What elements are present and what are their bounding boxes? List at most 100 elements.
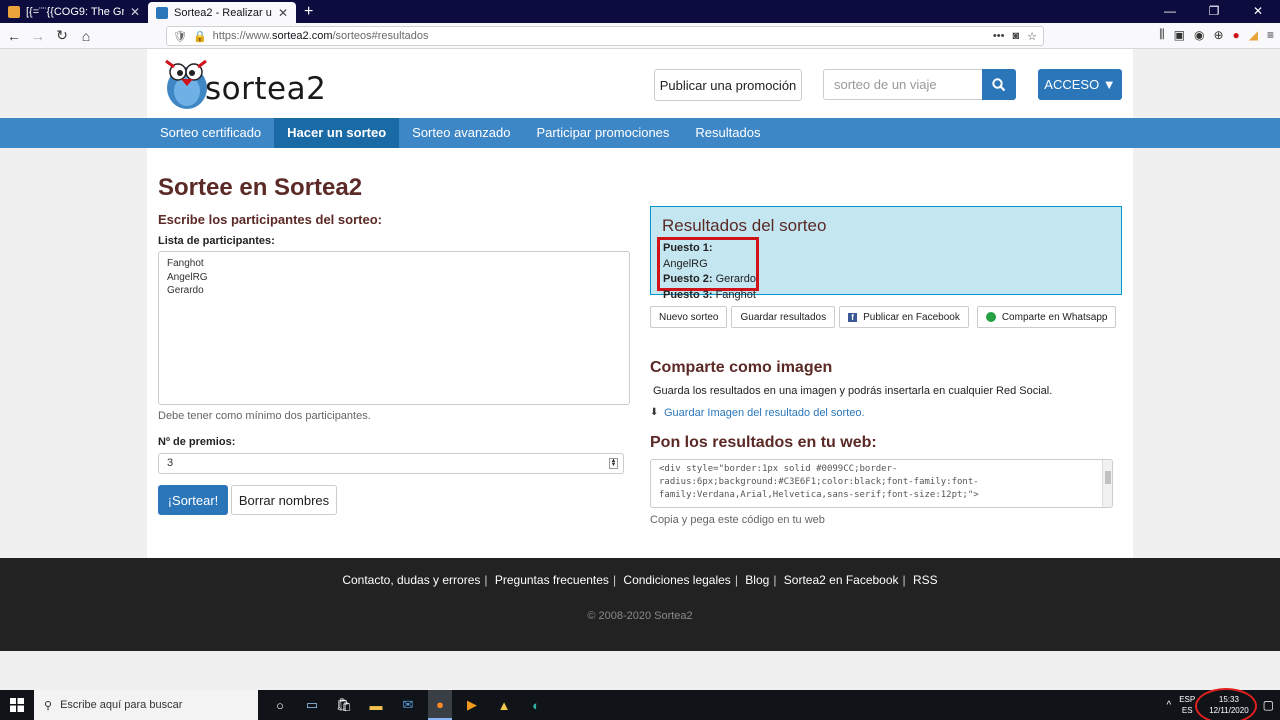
windows-logo-icon [10, 698, 24, 712]
menu-item-sorteo-certificado[interactable]: Sorteo certificado [147, 118, 274, 148]
result-item: Puesto 3: Fanghot [663, 288, 756, 301]
participant-line: Gerardo [167, 285, 204, 296]
browser-tab-cog9[interactable]: [{=¨¨{{COG9: The Green Card F ✕ [0, 0, 148, 23]
participants-textarea[interactable]: Fanghot AngelRG Gerardo [158, 251, 630, 405]
new-draw-button[interactable]: Nuevo sorteo [650, 306, 728, 328]
results-box: Resultados del sorteo Puesto 1: AngelRG … [650, 206, 1122, 301]
participant-line: AngelRG [167, 271, 208, 283]
download-icon: ⬇ [650, 407, 659, 418]
main-menu: Sorteo certificado Hacer un sorteo Sorte… [0, 118, 1280, 148]
spinner-icon[interactable]: ▲ ▼ [609, 458, 618, 469]
participant-line: Fanghot [167, 258, 204, 269]
menu-item-resultados[interactable]: Resultados [682, 118, 773, 148]
chevron-up-icon[interactable]: ^ [1166, 700, 1171, 711]
footer-link-contacto[interactable]: Contacto, dudas y errores [342, 573, 480, 587]
footer-link-rss[interactable]: RSS [913, 573, 938, 587]
tab-title: Sortea2 - Realizar un sorteo [174, 6, 272, 19]
pocket-icon[interactable]: ◙ [1012, 30, 1019, 43]
language-indicator[interactable]: ESP ES [1179, 694, 1195, 716]
share-image-text: Guarda los resultados en una imagen y po… [653, 385, 1053, 397]
footer-link-facebook[interactable]: Sortea2 en Facebook [784, 573, 899, 587]
highlight-circle [1195, 688, 1258, 720]
embed-help: Copia y pega este código en tu web [650, 514, 825, 526]
shield-icon[interactable]: 🛡 [173, 30, 187, 43]
cortana-icon[interactable]: ○ [268, 690, 292, 720]
tab-favicon-icon [156, 6, 168, 19]
more-icon[interactable]: ••• [993, 30, 1005, 43]
search-icon [992, 77, 1006, 91]
mail-icon[interactable]: ✉ [396, 690, 420, 720]
embed-code-textarea[interactable]: <div style="border:1px solid #0099CC;bor… [650, 459, 1113, 508]
system-tray: ^ ESP ES 15:33 12/11/2020 ▢ [1166, 688, 1274, 720]
footer-link-legal[interactable]: Condiciones legales [623, 573, 730, 587]
site-footer: Contacto, dudas y errores | Preguntas fre… [0, 558, 1280, 651]
menu-item-hacer-sorteo[interactable]: Hacer un sorteo [274, 118, 400, 148]
clear-names-button[interactable]: Borrar nombres [231, 485, 337, 515]
draw-button[interactable]: ¡Sortear! [158, 485, 228, 515]
browser-tab-sortea2[interactable]: Sortea2 - Realizar un sorteo ✕ [148, 2, 296, 23]
menu-item-participar-promociones[interactable]: Participar promociones [523, 118, 682, 148]
close-tab-icon[interactable]: ✕ [130, 5, 140, 19]
minimize-icon[interactable]: — [1148, 0, 1192, 23]
account-icon[interactable]: ◉ [1194, 28, 1204, 42]
reload-icon[interactable]: ↻ [50, 27, 74, 44]
tab-favicon-icon [8, 5, 20, 18]
close-tab-icon[interactable]: ✕ [278, 6, 288, 20]
tab-title: [{=¨¨{{COG9: The Green Card F [26, 5, 124, 18]
store-icon[interactable]: 🛍 [332, 690, 356, 720]
prizes-number-input[interactable]: 3 ▲ ▼ [158, 453, 624, 474]
save-results-button[interactable]: Guardar resultados [731, 306, 836, 328]
back-icon[interactable]: ← [2, 28, 26, 44]
access-button[interactable]: ACCESO ▼ [1038, 69, 1122, 100]
firefox-icon[interactable]: ● [428, 690, 452, 720]
search-icon: ⚲ [44, 699, 53, 712]
result-item: Puesto 2: Gerardo [663, 273, 756, 285]
home-icon[interactable]: ⌂ [74, 28, 98, 44]
bookmark-star-icon[interactable]: ☆ [1027, 30, 1037, 43]
media-player-icon[interactable]: ▶ [460, 690, 484, 720]
share-image-heading: Comparte como imagen [650, 359, 833, 376]
start-button[interactable] [0, 690, 34, 720]
taskbar-search[interactable]: ⚲ Escribe aquí para buscar [34, 690, 258, 720]
result-item: Puesto 1: AngelRG [663, 242, 713, 270]
library-icon[interactable]: ⫼ [1159, 27, 1165, 42]
close-window-icon[interactable]: ✕ [1236, 0, 1280, 23]
save-image-link[interactable]: ⬇ Guardar Imagen del resultado del sorte… [650, 407, 865, 419]
results-actions: Nuevo sorteo Guardar resultados f Public… [650, 306, 1117, 328]
clock[interactable]: 15:33 12/11/2020 [1195, 688, 1258, 720]
menu-icon[interactable]: ≡ [1267, 28, 1274, 42]
facebook-icon: f [848, 312, 858, 322]
address-bar[interactable]: 🛡 🔒 https://www.sortea2.com/sorteos#resu… [166, 26, 1044, 46]
window-controls: — ❐ ✕ [1148, 0, 1280, 23]
file-explorer-icon[interactable]: ▬ [364, 690, 388, 720]
footer-link-blog[interactable]: Blog [745, 573, 769, 587]
browser-nav-bar: ← → ↻ ⌂ 🛡 🔒 https://www.sortea2.com/sort… [0, 23, 1280, 49]
publish-facebook-button[interactable]: f Publicar en Facebook [839, 306, 969, 328]
task-view-icon[interactable]: ▭ [300, 690, 324, 720]
menu-item-sorteo-avanzado[interactable]: Sorteo avanzado [399, 118, 523, 148]
site-search-input[interactable]: sorteo de un viaje [823, 69, 982, 100]
restore-icon[interactable]: ❐ [1192, 0, 1236, 23]
forward-icon[interactable]: → [26, 28, 50, 44]
search-button[interactable] [982, 69, 1016, 100]
share-whatsapp-button[interactable]: Comparte en Whatsapp [976, 306, 1117, 328]
whatsapp-icon [985, 312, 996, 322]
copyright: © 2008-2020 Sortea2 [587, 610, 693, 622]
monitor-app-icon[interactable]: ▲ [492, 690, 516, 720]
url-actions: ••• ◙ ☆ [993, 30, 1037, 43]
extension-2-icon[interactable]: ◢ [1249, 28, 1258, 42]
edge-icon[interactable]: ◐ [524, 690, 548, 720]
page-title: Sortee en Sortea2 [158, 174, 363, 201]
adblock-icon[interactable]: ● [1233, 28, 1240, 42]
taskbar-apps: ○ ▭ 🛍 ▬ ✉ ● ▶ ▲ ◐ [268, 690, 548, 720]
sidebar-icon[interactable]: ▣ [1174, 28, 1185, 42]
new-tab-button[interactable]: + [296, 0, 321, 23]
notifications-icon[interactable]: ▢ [1263, 698, 1274, 712]
footer-link-faq[interactable]: Preguntas frecuentes [495, 573, 609, 587]
publish-promotion-button[interactable]: Publicar una promoción [654, 69, 802, 101]
lock-icon[interactable]: 🔒 [193, 30, 207, 43]
participants-help: Debe tener como mínimo dos participantes… [158, 410, 371, 422]
scrollbar[interactable] [1102, 460, 1112, 507]
site-header: sortea2 Publicar una promoción sorteo de… [147, 49, 1133, 118]
extension-icon[interactable]: ⊕ [1213, 28, 1223, 42]
